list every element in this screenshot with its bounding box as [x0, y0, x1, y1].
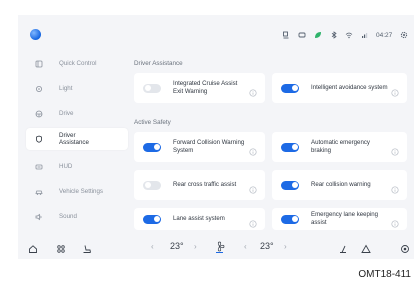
temp-right-value: 23°: [260, 241, 274, 251]
phone-icon: [298, 29, 306, 41]
sidebar-item-label: Drive: [59, 110, 74, 118]
info-icon[interactable]: [391, 215, 399, 228]
sidebar-item-driver-assistance[interactable]: Driver Assistance: [26, 128, 128, 150]
sidebar-item-label: Light: [59, 85, 73, 93]
card-label: Rear collision warning: [311, 181, 371, 189]
toggle-switch[interactable]: [143, 214, 161, 224]
speaker-icon: [32, 210, 46, 224]
driver-assistance-icon: [32, 132, 46, 146]
hud-icon: [32, 160, 46, 174]
card-rear-collision-warning: Rear collision warning: [272, 170, 407, 200]
card-intelligent-avoidance-system: Intelligent avoidance system: [272, 73, 407, 103]
sidebar-item-drive[interactable]: Drive: [26, 103, 128, 125]
info-icon[interactable]: [249, 181, 257, 194]
camera-icon[interactable]: [400, 241, 410, 259]
hazard-icon[interactable]: [361, 241, 371, 259]
toggle-switch[interactable]: [281, 214, 299, 224]
wiper-icon[interactable]: [338, 241, 348, 259]
infotainment-screen: 04:27 Quick Control Light Drive Driver A…: [18, 15, 414, 259]
info-icon[interactable]: [391, 84, 399, 97]
sidebar-item-quick-control[interactable]: Quick Control: [26, 53, 128, 75]
sidebar-item-label: Vehicle Settings: [59, 188, 104, 196]
bluetooth-icon: [330, 29, 338, 41]
toggle-switch[interactable]: [281, 180, 299, 190]
light-icon: [32, 82, 46, 96]
toggle-switch[interactable]: [143, 180, 161, 190]
temp-left-value: 23°: [170, 241, 184, 251]
home-icon[interactable]: [28, 241, 38, 259]
sidebar-item-label: Sound: [59, 213, 77, 221]
user-profile-icon[interactable]: [282, 29, 290, 41]
sidebar-item-label: Driver Assistance: [59, 131, 89, 147]
toggle-switch[interactable]: [143, 142, 161, 152]
settings-gear-icon[interactable]: [400, 29, 408, 41]
section-title-driver-assistance: Driver Assistance: [134, 60, 183, 67]
bottom-bar: ‹ 23° › ‹ 23° ›: [18, 233, 414, 259]
toggle-switch[interactable]: [281, 83, 299, 93]
section-title-active-safety: Active Safety: [134, 119, 171, 126]
card-forward-collision-warning-system: Forward Collision Warning System: [134, 132, 265, 162]
card-label: Integrated Cruise Assist Exit Warning: [173, 80, 238, 95]
card-label: Emergency lane keeping assist: [311, 211, 379, 226]
temp-left-increase-icon[interactable]: ›: [194, 242, 197, 251]
sidebar-item-label: HUD: [59, 163, 73, 171]
clock-time: 04:27: [376, 31, 393, 39]
info-icon[interactable]: [249, 143, 257, 156]
card-label: Intelligent avoidance system: [311, 84, 388, 92]
card-automatic-emergency-braking: Automatic emergency braking: [272, 132, 407, 162]
sidebar-item-hud[interactable]: HUD: [26, 156, 128, 178]
apps-grid-icon[interactable]: [56, 241, 66, 259]
card-label: Lane assist system: [173, 215, 225, 223]
sidebar-item-sound[interactable]: Sound: [26, 206, 128, 228]
seat-heating-icon[interactable]: [82, 241, 92, 259]
wifi-icon: [345, 29, 353, 41]
info-icon[interactable]: [249, 215, 257, 228]
eco-leaf-icon: [314, 29, 322, 41]
toggle-switch[interactable]: [281, 142, 299, 152]
info-icon[interactable]: [391, 181, 399, 194]
vehicle-icon: [32, 185, 46, 199]
card-label: Forward Collision Warning System: [173, 139, 245, 154]
sidebar-item-vehicle-settings[interactable]: Vehicle Settings: [26, 181, 128, 203]
temp-left-decrease-icon[interactable]: ‹: [151, 242, 154, 251]
info-icon[interactable]: [249, 84, 257, 97]
card-label: Automatic emergency braking: [311, 139, 370, 154]
fan-icon[interactable]: [214, 240, 225, 258]
figure-caption: OMT18-411: [358, 269, 411, 280]
card-emergency-lane-keeping-assist: Emergency lane keeping assist: [272, 208, 407, 230]
signal-icon: [361, 29, 369, 41]
sidebar-item-light[interactable]: Light: [26, 78, 128, 100]
card-rear-cross-traffic-assist: Rear cross traffic assist: [134, 170, 265, 200]
info-icon[interactable]: [391, 143, 399, 156]
card-integrated-cruise-assist-exit-warning: Integrated Cruise Assist Exit Warning: [134, 73, 265, 103]
quick-control-icon: [32, 57, 46, 71]
temp-right-increase-icon[interactable]: ›: [284, 242, 287, 251]
temp-right-decrease-icon[interactable]: ‹: [244, 242, 247, 251]
steering-wheel-icon: [32, 107, 46, 121]
toggle-switch[interactable]: [143, 83, 161, 93]
sidebar-item-label: Quick Control: [59, 60, 97, 68]
card-lane-assist-system: Lane assist system: [134, 208, 265, 230]
card-label: Rear cross traffic assist: [173, 181, 237, 189]
brand-logo-icon: [30, 29, 41, 40]
